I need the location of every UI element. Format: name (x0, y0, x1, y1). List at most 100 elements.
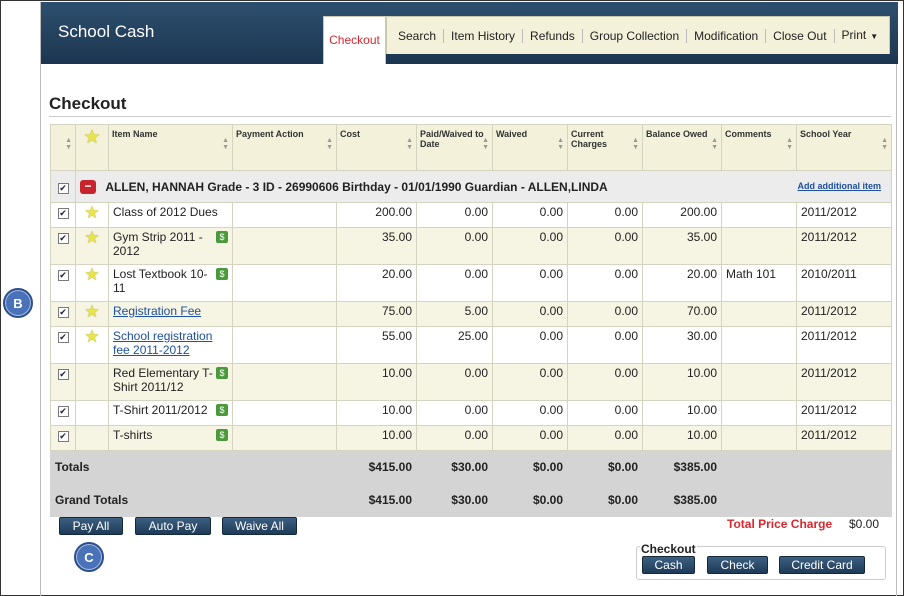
checkbox[interactable]: ✔ (57, 431, 69, 442)
star-column-header[interactable]: ★ (75, 124, 109, 171)
table-row[interactable]: ✔ $ Red Elementary T-Shirt 2011/12 10.00 … (50, 363, 892, 401)
details-icon[interactable]: $ (216, 367, 228, 379)
checkbox[interactable]: ✔ (57, 332, 69, 343)
payment-action-cell[interactable] (232, 227, 337, 265)
pay-all-button[interactable]: Pay All (59, 517, 123, 535)
star-icon[interactable]: ★ (84, 228, 99, 247)
total-price-charge-label: Total Price Charge (727, 517, 833, 531)
totals-row: Totals $415.00 $30.00 $0.00 $0.00 $385.0… (50, 450, 892, 484)
column-header-label: Item Name (112, 129, 158, 139)
details-icon[interactable]: $ (216, 404, 228, 416)
select-column-header[interactable]: ▲ ▼ (50, 124, 76, 171)
checkbox[interactable]: ✔ (57, 369, 69, 380)
tab-close-out[interactable]: Close Out (766, 28, 835, 43)
add-additional-item-link[interactable]: Add additional item (797, 181, 881, 191)
payment-action-cell[interactable] (232, 202, 337, 228)
waived-cell: 0.00 (492, 264, 568, 302)
current-charges-cell: 0.00 (567, 425, 643, 451)
item-name-cell: $ Gym Strip 2011 - 2012 (108, 227, 233, 265)
student-info-cell: − ALLEN, HANNAH Grade - 3 ID - 26990606 … (75, 170, 892, 203)
student-info: ALLEN, HANNAH Grade - 3 ID - 26990606 Bi… (105, 179, 608, 194)
grand-totals-cost: $415.00 (336, 483, 417, 517)
item-name: Gym Strip 2011 - 2012 (113, 230, 203, 258)
table-row[interactable]: ✔ $ T-shirts 10.00 0.00 0.00 0.00 10.00 2… (50, 425, 892, 451)
column-header-label: Comments (725, 129, 772, 139)
star-icon[interactable]: ★ (84, 302, 99, 321)
column-header-current-charges[interactable]: Current Charges ▲ ▼ (567, 124, 643, 171)
checkbox[interactable]: ✔ (57, 208, 69, 219)
checkbox[interactable]: ✔ (57, 270, 69, 281)
column-header-label: Waived (496, 129, 528, 139)
row-star-cell: ★ (75, 301, 109, 327)
cost-cell: 10.00 (336, 363, 417, 401)
waive-all-button[interactable]: Waive All (222, 517, 297, 535)
student-select[interactable]: ✔ (50, 170, 76, 203)
checkbox[interactable]: ✔ (57, 406, 69, 417)
table-row[interactable]: ✔ ★ $ Lost Textbook 10-11 20.00 0.00 0.00… (50, 264, 892, 302)
column-header-label: Balance Owed (646, 129, 708, 139)
table-row[interactable]: ✔ ★ $ Gym Strip 2011 - 2012 35.00 0.00 0.… (50, 227, 892, 265)
details-icon[interactable]: $ (216, 231, 228, 243)
checkbox[interactable]: ✔ (57, 233, 69, 244)
row-star-cell: ★ (75, 202, 109, 228)
column-header-item-name[interactable]: Item Name ▲ ▼ (108, 124, 233, 171)
payment-action-cell[interactable] (232, 326, 337, 364)
row-select-cell: ✔ (50, 400, 76, 426)
tab-modification[interactable]: Modification (687, 28, 767, 43)
sort-icon: ▲ ▼ (881, 137, 888, 151)
row-star-cell: ★ (75, 326, 109, 364)
check-button[interactable]: Check (707, 556, 768, 574)
tab-print[interactable]: Print ▼ (835, 28, 886, 44)
waived-cell: 0.00 (492, 363, 568, 401)
cash-button[interactable]: Cash (642, 556, 695, 574)
comments-cell (721, 227, 797, 265)
nav-tabs: Checkout Search Item History Refunds Gro… (323, 16, 891, 64)
waived-cell: 0.00 (492, 301, 568, 327)
current-charges-cell: 0.00 (567, 301, 643, 327)
comments-cell (721, 326, 797, 364)
details-icon[interactable]: $ (216, 268, 228, 280)
payment-action-cell[interactable] (232, 301, 337, 327)
tab-item-history[interactable]: Item History (444, 28, 524, 43)
column-header-comments[interactable]: Comments ▲ ▼ (721, 124, 797, 171)
tab-refunds[interactable]: Refunds (523, 28, 583, 43)
student-row: ✔ − ALLEN, HANNAH Grade - 3 ID - 2699060… (50, 170, 892, 203)
item-name-link[interactable]: School registration fee 2011-2012 (113, 329, 212, 357)
row-select-cell: ✔ (50, 202, 76, 228)
checkbox[interactable]: ✔ (57, 182, 69, 194)
totals-paid: $30.00 (416, 450, 493, 484)
item-name-link[interactable]: Registration Fee (113, 304, 201, 318)
star-icon[interactable]: ★ (84, 203, 99, 222)
column-header-balance-owed[interactable]: Balance Owed ▲ ▼ (642, 124, 722, 171)
star-icon[interactable]: ★ (84, 327, 99, 346)
payment-action-cell[interactable] (232, 363, 337, 401)
grand-totals-row: Grand Totals $415.00 $30.00 $0.00 $0.00 … (50, 483, 892, 517)
sort-icon: ▲ ▼ (65, 137, 72, 151)
column-header-paid-waived[interactable]: Paid/Waived to Date ▲ ▼ (416, 124, 493, 171)
column-header-school-year[interactable]: School Year ▲ ▼ (796, 124, 892, 171)
payment-action-cell[interactable] (232, 400, 337, 426)
table-row[interactable]: ✔ $ T-Shirt 2011/2012 10.00 0.00 0.00 0.0… (50, 400, 892, 426)
checkbox[interactable]: ✔ (57, 307, 69, 318)
column-header-cost[interactable]: Cost ▲ ▼ (336, 124, 417, 171)
auto-pay-button[interactable]: Auto Pay (135, 517, 211, 535)
star-icon[interactable]: ★ (84, 265, 99, 284)
table-row[interactable]: ✔ ★ Class of 2012 Dues 200.00 0.00 0.00 … (50, 202, 892, 228)
payment-action-cell[interactable] (232, 425, 337, 451)
balance-cell: 10.00 (642, 400, 722, 426)
paid-cell: 0.00 (416, 363, 493, 401)
details-icon[interactable]: $ (216, 429, 228, 441)
table-row[interactable]: ✔ ★ Registration Fee 75.00 5.00 0.00 0.0… (50, 301, 892, 327)
table-row[interactable]: ✔ ★ School registration fee 2011-2012 55… (50, 326, 892, 364)
payment-action-cell[interactable] (232, 264, 337, 302)
column-header-waived[interactable]: Waived ▲ ▼ (492, 124, 568, 171)
tab-group-collection[interactable]: Group Collection (583, 28, 688, 43)
credit-card-button[interactable]: Credit Card (779, 556, 865, 574)
tab-search[interactable]: Search (391, 28, 445, 43)
item-name: T-Shirt 2011/2012 (113, 403, 208, 417)
collapse-icon[interactable]: − (80, 179, 96, 194)
row-select-cell: ✔ (50, 326, 76, 364)
grand-totals-empty (721, 483, 892, 517)
column-header-payment-action[interactable]: Payment Action ▲ ▼ (232, 124, 337, 171)
tab-checkout[interactable]: Checkout (323, 16, 386, 64)
